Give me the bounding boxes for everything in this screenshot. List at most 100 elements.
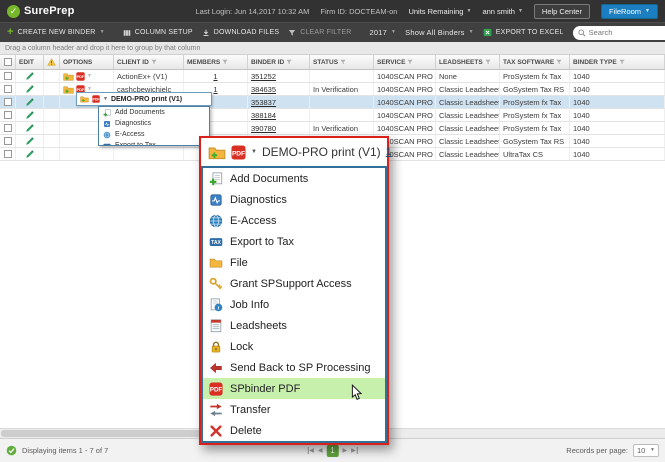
search-box[interactable] (573, 26, 665, 40)
row-checkbox[interactable] (4, 111, 12, 119)
menu-item-e-access[interactable]: E-Access (203, 210, 385, 231)
row-options-popup-header[interactable]: PDF ▼ DEMO-PRO print (V1) (76, 92, 212, 106)
folder-add-icon (80, 95, 89, 103)
binder-filter-dropdown[interactable]: Show All Binders ▼ (405, 28, 474, 37)
members-link[interactable]: 1 (213, 72, 217, 81)
row-checkbox[interactable] (4, 150, 12, 158)
menu-item-e-access[interactable]: E-Access (99, 129, 209, 140)
units-remaining-dropdown[interactable]: Units Remaining ▼ (408, 7, 471, 16)
select-all-header[interactable] (0, 55, 16, 69)
column-header-client-id[interactable]: CLIENT ID (114, 55, 184, 69)
column-header-leadsheets[interactable]: LEADSHEETS (436, 55, 500, 69)
clear-filter-button[interactable]: CLEAR FILTER (288, 29, 351, 37)
row-checkbox[interactable] (4, 85, 12, 93)
column-header-service[interactable]: SERVICE (374, 55, 436, 69)
records-per-page-label: Records per page: (566, 446, 628, 455)
filter-funnel-icon[interactable] (151, 59, 157, 65)
folder-add-icon[interactable] (208, 145, 226, 160)
menu-item-diagnostics[interactable]: Diagnostics (99, 118, 209, 129)
menu-item-export-to-tax[interactable]: TAX Export to Tax (203, 231, 385, 252)
first-page-button[interactable]: ◀ (307, 447, 314, 454)
next-page-button[interactable]: ▶ (343, 447, 348, 454)
menu-item-transfer[interactable]: Transfer (203, 399, 385, 420)
edit-pencil-icon[interactable] (25, 149, 35, 159)
members-link[interactable]: 1 (213, 85, 217, 94)
filter-funnel-icon[interactable] (556, 59, 562, 65)
create-new-binder-button[interactable]: + CREATE NEW BINDER ▼ (7, 27, 105, 38)
filter-funnel-icon[interactable] (340, 59, 346, 65)
menu-item-send-back-to-sp-processing[interactable]: Send Back to SP Processing (203, 357, 385, 378)
menu-item-add-documents[interactable]: Add Documents (203, 168, 385, 189)
row-options-cluster[interactable]: PDF▼ (63, 72, 92, 81)
service-cell: 1040SCAN PRO (374, 109, 436, 121)
row-checkbox[interactable] (4, 137, 12, 145)
edit-pencil-icon[interactable] (25, 136, 35, 146)
help-center-button[interactable]: Help Center (534, 4, 590, 19)
chevron-down-icon[interactable]: ▼ (251, 149, 257, 155)
table-row[interactable]: PDF▼ ActionEx+ (V1) 1 351252 1040SCAN PR… (0, 70, 665, 83)
filter-funnel-icon[interactable] (407, 59, 413, 65)
edit-pencil-icon[interactable] (25, 84, 35, 94)
column-setup-button[interactable]: COLUMN SETUP (123, 29, 193, 37)
column-header-edit[interactable]: EDIT (16, 55, 44, 69)
row-checkbox[interactable] (4, 124, 12, 132)
prev-page-button[interactable]: ◀ (318, 447, 323, 454)
svg-text:PDF: PDF (77, 74, 85, 79)
filter-funnel-icon[interactable] (619, 59, 625, 65)
last-login-text: Last Login: Jun 14,2017 10:32 AM (196, 7, 310, 16)
menu-item-grant-spsupport-access[interactable]: Grant SPSupport Access (203, 273, 385, 294)
binder-id-link[interactable]: 353837 (251, 98, 276, 107)
chevron-down-icon: ▼ (391, 30, 396, 35)
column-header-binder-type[interactable]: BINDER TYPE (570, 55, 665, 69)
binder-id-link[interactable]: 390780 (251, 124, 276, 133)
column-header-tax-software[interactable]: TAX SOFTWARE (500, 55, 570, 69)
leadsheets-cell: Classic Leadsheets (436, 148, 500, 160)
service-cell: 1040SCAN PRO (374, 122, 436, 134)
filter-funnel-icon[interactable] (286, 59, 292, 65)
row-checkbox[interactable] (4, 72, 12, 80)
binder-id-link[interactable]: 384635 (251, 85, 276, 94)
column-header-warning[interactable] (44, 55, 60, 69)
menu-item-lock[interactable]: Lock (203, 336, 385, 357)
column-header-members[interactable]: MEMBERS (184, 55, 248, 69)
download-files-button[interactable]: DOWNLOAD FILES (202, 29, 279, 37)
edit-pencil-icon[interactable] (25, 123, 35, 133)
menu-item-add-documents[interactable]: Add Documents (99, 107, 209, 118)
menu-item-delete[interactable]: Delete (203, 420, 385, 441)
year-dropdown[interactable]: 2017 ▼ (369, 28, 396, 37)
search-icon (578, 29, 586, 37)
menu-item-file[interactable]: File (203, 252, 385, 273)
menu-item-export-to-tax[interactable]: TAX Export to Tax (99, 140, 209, 146)
chevron-down-icon: ▼ (466, 9, 471, 14)
edit-pencil-icon[interactable] (25, 110, 35, 120)
members-count-link[interactable]: 1 (386, 146, 392, 158)
records-per-page-select[interactable]: 10 ▼ (633, 444, 659, 457)
search-input[interactable] (589, 28, 665, 37)
status-cell (310, 70, 374, 82)
edit-pencil-icon[interactable] (25, 97, 35, 107)
grid-toolbar: + CREATE NEW BINDER ▼ COLUMN SETUP DOWNL… (0, 22, 665, 42)
fileroom-button[interactable]: FileRoom ▼ (601, 4, 658, 19)
filter-funnel-icon[interactable] (485, 59, 491, 65)
last-page-button[interactable]: ▶ (351, 447, 358, 454)
menu-item-leadsheets[interactable]: Leadsheets (203, 315, 385, 336)
menu-item-job-info[interactable]: i Job Info (203, 294, 385, 315)
column-header-options[interactable]: OPTIONS (60, 55, 114, 69)
edit-pencil-icon[interactable] (25, 71, 35, 81)
tax-software-cell: ProSystem fx Tax (500, 122, 570, 134)
user-menu-dropdown[interactable]: ann smith ▼ (482, 7, 522, 16)
binder-id-link[interactable]: 388184 (251, 111, 276, 120)
menu-item-diagnostics[interactable]: Diagnostics (203, 189, 385, 210)
column-header-status[interactable]: STATUS (310, 55, 374, 69)
current-page-button[interactable]: 1 (327, 445, 339, 457)
row-checkbox[interactable] (4, 98, 12, 106)
filter-funnel-icon[interactable] (222, 59, 228, 65)
menu-item-spbinder-pdf[interactable]: PDF SPbinder PDF (203, 378, 385, 399)
context-menu-header: PDF ▼ DEMO-PRO print (V1) 1 (201, 138, 387, 166)
export-to-excel-button[interactable]: EXPORT TO EXCEL (483, 28, 564, 37)
select-all-checkbox[interactable] (4, 58, 12, 66)
column-header-binder-id[interactable]: BINDER ID (248, 55, 310, 69)
binder-type-cell: 1040 (570, 109, 665, 121)
pdf-icon[interactable]: PDF (231, 145, 246, 160)
binder-id-link[interactable]: 351252 (251, 72, 276, 81)
